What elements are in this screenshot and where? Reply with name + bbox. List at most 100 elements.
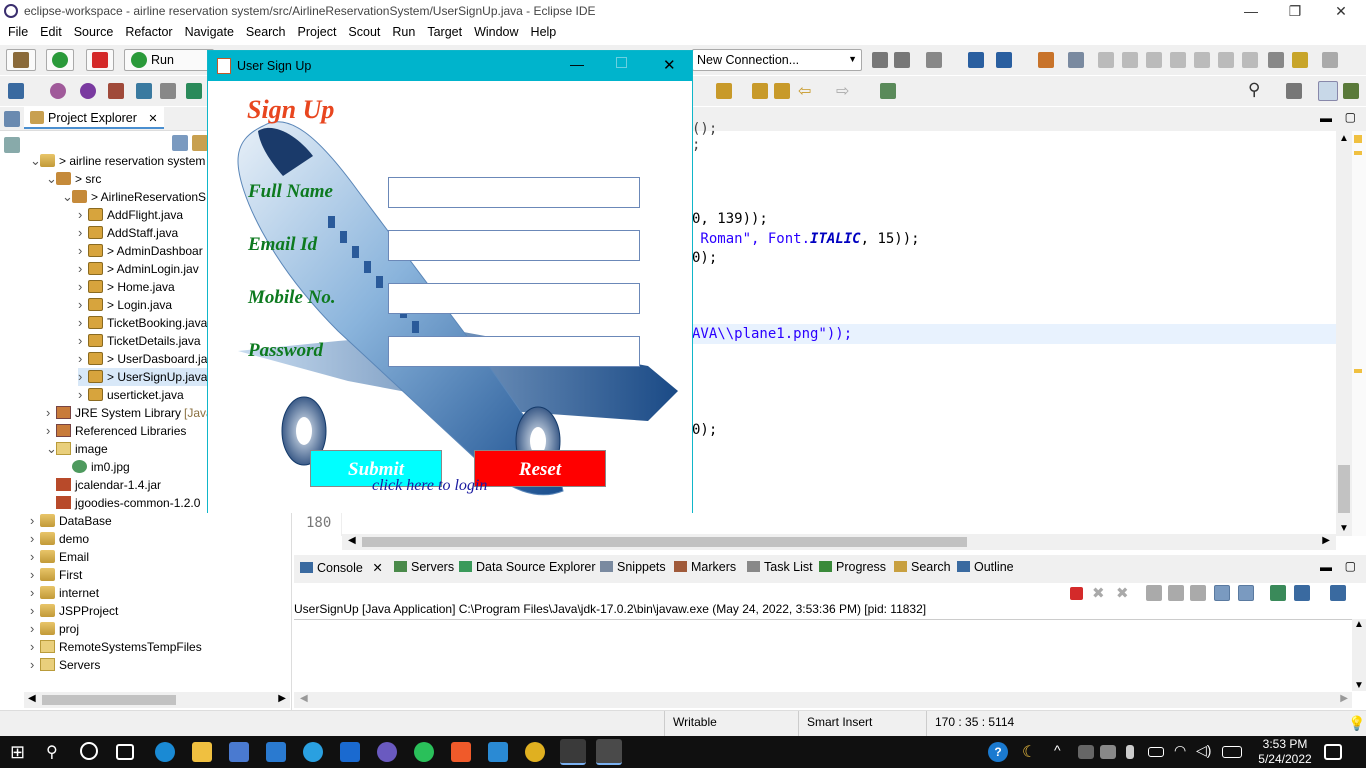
mobile-input[interactable] [388,283,640,314]
expand-closed-icon[interactable]: › [46,422,56,440]
expand-closed-icon[interactable]: › [46,404,56,422]
scroll-lock-icon[interactable] [1168,585,1184,601]
tab-markers[interactable]: Markers [674,560,736,574]
app-icon[interactable] [340,742,360,762]
expand-closed-icon[interactable]: › [78,206,88,224]
menu-project[interactable]: Project [294,23,341,39]
tab-task-list[interactable]: Task List [747,560,813,574]
tree-item[interactable]: › > Login.java [78,296,172,314]
editor-horizontal-scrollbar[interactable]: ◀ ▶ [342,534,1336,550]
show-stdout-icon[interactable] [1214,585,1230,601]
schema-icon[interactable] [1038,52,1054,68]
step-into-icon[interactable] [1194,52,1210,68]
java-taskbar-icon[interactable] [596,739,622,765]
menu-refactor[interactable]: Refactor [121,23,176,39]
menu-edit[interactable]: Edit [36,23,66,39]
vscode-icon[interactable] [488,742,508,762]
menu-scout[interactable]: Scout [344,23,384,39]
db-connect-icon[interactable] [872,52,888,68]
expand-closed-icon[interactable]: › [30,602,40,620]
remove-all-icon[interactable]: ✖ [1116,584,1129,602]
java-perspective-icon[interactable] [1318,81,1338,101]
hammer-build-button[interactable] [6,49,36,71]
tree-item[interactable]: › Email [30,548,89,566]
tree-item[interactable]: › First [30,566,82,584]
edge-icon[interactable] [155,742,175,762]
tab-snippets[interactable]: Snippets [600,560,666,574]
disconnect-icon[interactable] [1170,52,1186,68]
tree-item[interactable]: › TicketBooking.java [78,314,207,332]
tree-item[interactable]: › TicketDetails.java [78,332,201,350]
brave-icon[interactable] [451,742,471,762]
sync-icon[interactable] [1292,52,1308,68]
scroll-thumb[interactable] [42,695,176,705]
whatsapp-icon[interactable] [414,742,434,762]
menu-target[interactable]: Target [423,23,466,39]
scroll-left-icon[interactable]: ◀ [300,693,308,704]
expand-open-icon[interactable]: ⌄ [30,152,41,170]
search-icon[interactable]: ⚲ [46,742,66,762]
tab-data-source-explorer[interactable]: Data Source Explorer [459,560,596,574]
pin-console-icon[interactable] [1270,585,1286,601]
password-input[interactable] [388,336,640,367]
filter-icon[interactable] [1268,52,1284,68]
expand-closed-icon[interactable]: › [78,224,88,242]
tree-item[interactable]: › > AdminLogin.jav [78,260,199,278]
open-console-icon[interactable] [1330,585,1346,601]
chrome-icon[interactable] [525,742,545,762]
link-editor-icon[interactable] [192,135,208,151]
clock[interactable]: 3:53 PM 5/24/2022 [1252,737,1318,767]
terminate-icon[interactable] [1146,52,1162,68]
mail-icon[interactable] [266,742,286,762]
refresh-icon[interactable] [1322,52,1338,68]
minimize-console-icon[interactable]: ▬ [1320,560,1332,574]
maximize-console-icon[interactable]: ▢ [1345,559,1356,573]
tab-servers[interactable]: Servers [394,560,454,574]
expand-closed-icon[interactable]: › [78,278,88,296]
restore-button[interactable]: ❐ [1272,0,1318,23]
expand-closed-icon[interactable]: › [30,584,40,602]
battery-icon[interactable] [1148,747,1164,757]
clipboard-icon[interactable] [926,52,942,68]
expand-closed-icon[interactable]: › [78,386,88,404]
menu-file[interactable]: File [4,23,32,39]
status-insert-mode[interactable]: Smart Insert [807,715,872,729]
tree-item[interactable]: jcalendar-1.4.jar [46,476,161,494]
expand-closed-icon[interactable]: › [78,260,88,278]
scroll-left-icon[interactable]: ◀ [348,535,356,546]
tree-item[interactable]: ⌄ > src [46,170,101,188]
login-link[interactable]: click here to login [372,477,487,495]
scroll-right-icon[interactable]: ▶ [1340,693,1348,704]
sql-icon[interactable] [996,52,1012,68]
scroll-up-icon[interactable]: ▲ [1339,133,1349,144]
menu-run[interactable]: Run [388,23,419,39]
step-return-icon[interactable] [1242,52,1258,68]
tab-search[interactable]: Search [894,560,951,574]
expand-closed-icon[interactable]: › [30,656,40,674]
open-type-icon[interactable] [80,83,96,99]
annotation-icon[interactable] [160,83,176,99]
scroll-down-icon[interactable]: ▼ [1354,680,1364,691]
tree-item[interactable]: › RemoteSystemsTempFiles [30,638,202,656]
maximize-editor-icon[interactable]: ▢ [1345,110,1356,124]
expand-closed-icon[interactable]: › [78,368,88,386]
tree-item[interactable]: › > UserDasboard.ja [78,350,207,368]
expand-closed-icon[interactable]: › [30,512,40,530]
remove-launch-icon[interactable]: ✖ [1092,584,1105,602]
tree-item[interactable]: › userticket.java [78,386,184,404]
show-stderr-icon[interactable] [1238,585,1254,601]
app-icon[interactable] [377,742,397,762]
keyboard-icon[interactable] [1222,746,1242,758]
resume-icon[interactable] [1098,52,1114,68]
collapse-all-icon[interactable] [172,135,188,151]
tab-console[interactable]: Console ✕ [300,560,383,575]
microphone-icon[interactable] [1126,745,1134,759]
tree-item[interactable]: ⌄ > AirlineReservationS [62,188,206,206]
dialog-maximize-button[interactable] [616,57,627,68]
notifications-icon[interactable] [1324,744,1342,760]
tree-item[interactable]: › > UserSignUp.java [78,368,208,386]
volume-icon[interactable]: ◁) [1196,742,1216,762]
expand-closed-icon[interactable]: › [30,566,40,584]
moon-icon[interactable]: ☾ [1022,742,1042,762]
tab-outline[interactable]: Outline [957,560,1014,574]
